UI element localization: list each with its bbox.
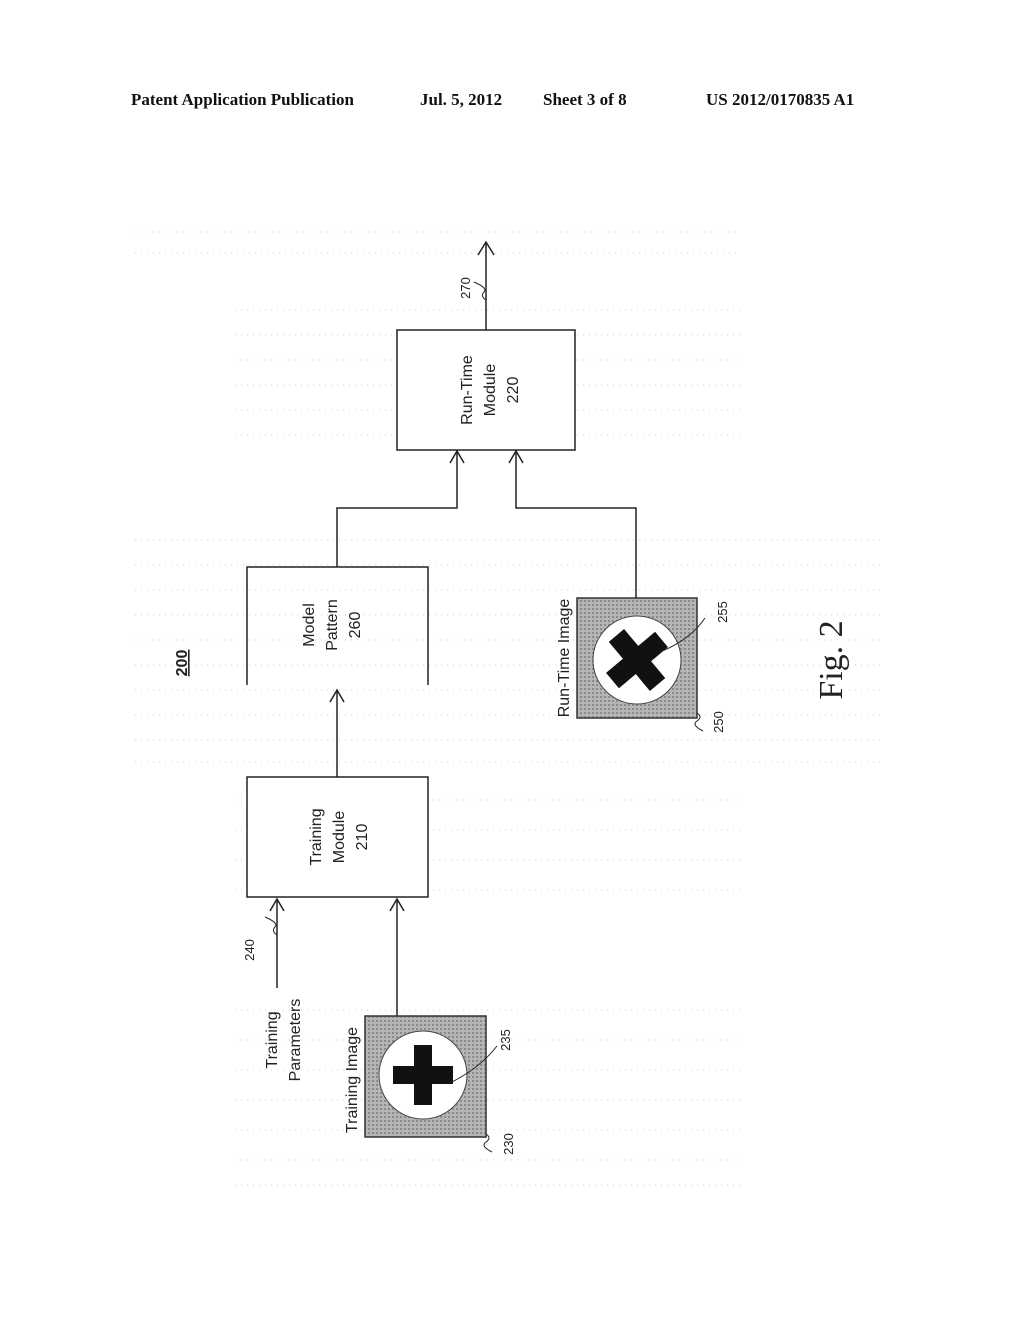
- run-time-module-line1: Run-Time: [459, 355, 476, 425]
- run-time-image: [576, 597, 706, 732]
- run-time-module-line2: Module: [482, 364, 499, 417]
- model-to-runtime-connector: [336, 452, 458, 567]
- ref-240: 240: [242, 939, 257, 961]
- ref-235: 235: [498, 1029, 513, 1051]
- model-pattern-line2: Pattern: [324, 599, 341, 651]
- training-module-line1: Training: [308, 808, 325, 865]
- ref-270: 270: [458, 277, 473, 299]
- run-time-module-ref: 220: [505, 377, 522, 404]
- leader-270: [473, 281, 487, 301]
- runtime-image-connector: [515, 452, 637, 598]
- figure-ref-number: 200: [174, 650, 191, 677]
- run-time-image-label: Run-Time Image: [556, 599, 573, 718]
- training-parameters-line1: Training: [264, 1011, 281, 1068]
- block-diagram: Run-Time Module 220 Model Pattern 260 Tr…: [135, 231, 880, 1186]
- training-module-line2: Module: [331, 811, 348, 864]
- training-module-ref: 210: [354, 824, 371, 851]
- ref-255: 255: [715, 601, 730, 623]
- ref-250: 250: [711, 711, 726, 733]
- figure-caption: Fig. 2: [813, 620, 850, 699]
- training-parameters-line2: Parameters: [287, 999, 304, 1082]
- training-image: [364, 1015, 498, 1153]
- model-pattern-ref: 260: [347, 612, 364, 639]
- leader-240: [264, 916, 278, 936]
- ref-230: 230: [501, 1133, 516, 1155]
- model-pattern-line1: Model: [301, 603, 318, 647]
- training-image-label: Training Image: [344, 1027, 361, 1133]
